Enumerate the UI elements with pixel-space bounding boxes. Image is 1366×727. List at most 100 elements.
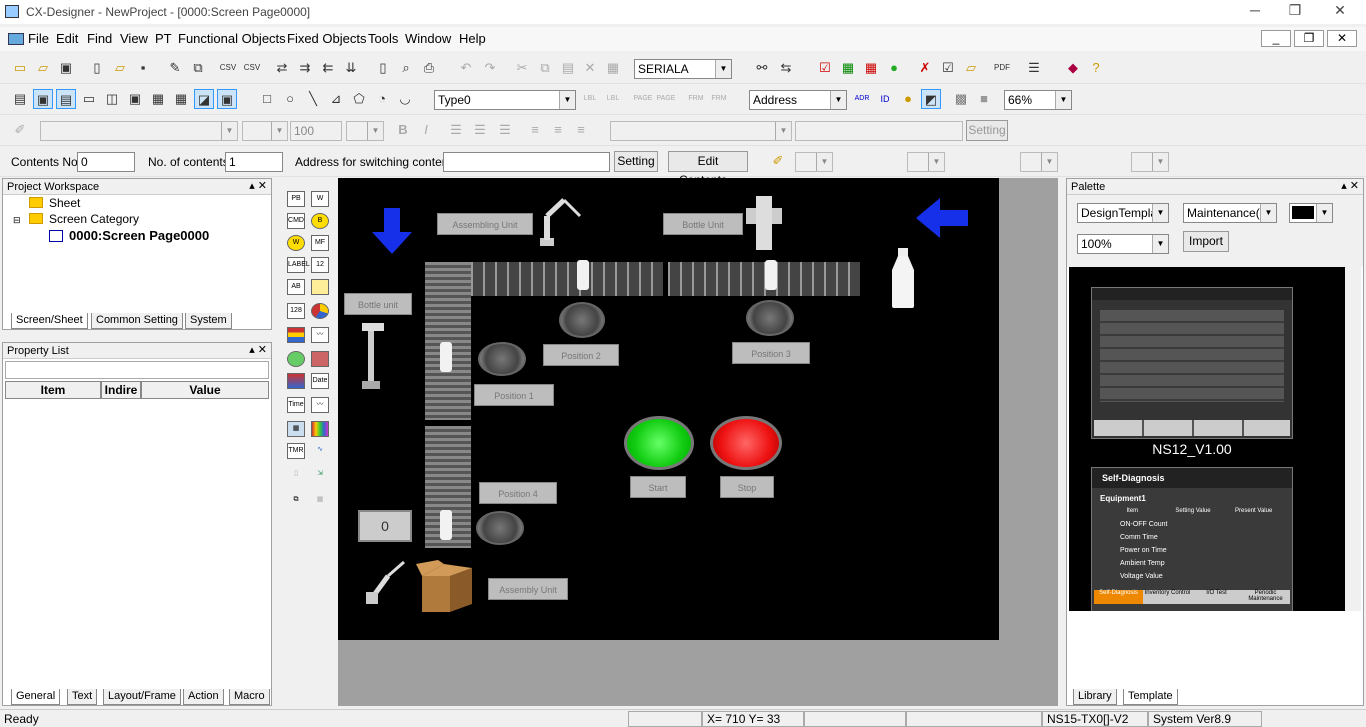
bit-lamp-tool[interactable]: B — [311, 213, 329, 229]
redo-icon[interactable]: ↷ — [480, 58, 500, 78]
undo-icon[interactable]: ↶ — [456, 58, 476, 78]
tab-template[interactable]: Template — [1123, 689, 1178, 705]
sector-icon[interactable]: ◔ — [372, 89, 392, 109]
menu-pt[interactable]: PT — [155, 31, 172, 46]
bold-icon[interactable]: B — [393, 120, 413, 140]
format-setting-button[interactable]: Setting — [966, 120, 1008, 141]
screen-view-icon[interactable]: ▣ — [33, 89, 53, 109]
contents-no-input[interactable]: 0 — [77, 152, 135, 172]
document-tool[interactable]: ▯ — [287, 467, 305, 483]
grid-tool[interactable]: ▦ — [311, 493, 329, 509]
thumbwheel-tool[interactable]: 128 — [287, 303, 305, 319]
palette-zoom-select[interactable]: 100% ▼ — [1077, 234, 1169, 254]
valign-bottom-icon[interactable]: ≡ — [571, 120, 591, 140]
word-lamp-tool[interactable]: W — [287, 235, 305, 251]
doc-icon[interactable] — [8, 33, 24, 45]
tree-expand-icon[interactable]: ⊟ — [13, 215, 21, 226]
check-icon[interactable]: ☑ — [815, 58, 835, 78]
stop-button[interactable] — [710, 416, 782, 470]
download-icon[interactable]: ⇊ — [341, 58, 361, 78]
frame-prev-icon[interactable]: FRM — [686, 89, 706, 109]
frame-view-icon[interactable]: ▣ — [217, 89, 237, 109]
valign-middle-icon[interactable]: ≡ — [548, 120, 568, 140]
object-selector[interactable] — [5, 361, 269, 379]
tree-sheet[interactable]: Sheet — [49, 196, 80, 210]
tab-system[interactable]: System — [185, 313, 232, 329]
gray-icon[interactable]: ▩ — [951, 89, 971, 109]
tree-screen-page[interactable]: 0000:Screen Page0000 — [69, 228, 209, 243]
palette-color-select[interactable]: ▼ — [1289, 203, 1333, 223]
port-select[interactable]: SERIALA ▼ — [634, 59, 732, 79]
menu-fixed-objects[interactable]: Fixed Objects — [287, 31, 366, 46]
rectangle-icon[interactable]: □ — [257, 89, 277, 109]
wave-tool[interactable]: ∿ — [311, 443, 329, 459]
csv-export-icon[interactable]: CSV — [242, 58, 262, 78]
address-select[interactable]: Address ▼ — [749, 90, 847, 110]
checklist-icon[interactable]: ☑ — [938, 58, 958, 78]
lamp-icon[interactable]: ● — [898, 89, 918, 109]
tab-text[interactable]: Text — [67, 689, 98, 705]
data-log-tool[interactable]: 〰 — [311, 397, 329, 413]
analog-meter-tool[interactable] — [311, 303, 329, 319]
italic-icon[interactable]: I — [416, 120, 436, 140]
open-folder-icon[interactable]: ▱ — [33, 58, 53, 78]
pin-close-icon[interactable]: ▴ ✕ — [249, 343, 267, 356]
new-icon[interactable]: ▯ — [87, 58, 107, 78]
copy-disabled-icon[interactable]: ⧉ — [535, 58, 555, 78]
address-icon[interactable]: ADR — [852, 89, 872, 109]
pushbutton-tool[interactable]: PB — [287, 191, 305, 207]
broken-line-tool[interactable]: 〰 — [311, 327, 329, 343]
color-select-4[interactable]: ▼ — [1131, 152, 1169, 172]
copy-icon[interactable]: ⧉ — [188, 58, 208, 78]
test-icon[interactable]: ▦ — [861, 58, 881, 78]
edit-contents-button[interactable]: Edit Contents... — [668, 151, 748, 187]
page-prev-icon[interactable]: PAGE — [633, 89, 653, 109]
format-select[interactable]: ▼ — [610, 121, 792, 141]
align-left-icon[interactable]: ☰ — [446, 120, 466, 140]
tab-layout-frame[interactable]: Layout/Frame — [103, 689, 181, 705]
list-icon[interactable]: ☰ — [1024, 58, 1044, 78]
transfer-icon[interactable]: ⇄ — [272, 58, 292, 78]
tab-library[interactable]: Library — [1073, 689, 1117, 705]
block-icon[interactable]: ■ — [974, 89, 994, 109]
pdf-icon[interactable]: PDF — [992, 58, 1012, 78]
bitmap-tool[interactable] — [311, 351, 329, 367]
menu-file[interactable]: File — [28, 31, 49, 46]
num-contents-input[interactable]: 1 — [225, 152, 283, 172]
time-tool[interactable]: Time — [287, 397, 305, 413]
group-tool[interactable]: ⧉ — [287, 493, 305, 509]
date-tool[interactable]: Date — [311, 373, 329, 389]
transfer-to-pt-icon[interactable]: ⇉ — [295, 58, 315, 78]
list-selection-tool[interactable] — [311, 279, 329, 295]
restore-button[interactable]: ❐ — [1280, 2, 1310, 22]
tab-general[interactable]: General — [11, 689, 61, 705]
palette-category-select[interactable]: DesignTemplat ▼ — [1077, 203, 1169, 223]
minimize-button[interactable]: ─ — [1240, 2, 1270, 22]
polygon-icon[interactable]: ⬠ — [349, 89, 369, 109]
format-input[interactable] — [795, 121, 963, 141]
address-switch-input[interactable] — [443, 152, 610, 172]
id-icon[interactable]: ID — [875, 89, 895, 109]
size-select[interactable]: ▼ — [346, 121, 384, 141]
label-tool[interactable]: LABEL — [287, 257, 310, 273]
property-icon[interactable]: ◩ — [921, 89, 941, 109]
arc-icon[interactable]: ◡ — [395, 89, 415, 109]
frame-next-icon[interactable]: FRM — [709, 89, 729, 109]
tree-screen-category[interactable]: Screen Category — [49, 212, 139, 226]
video-tool[interactable] — [287, 351, 305, 367]
template-ns12[interactable] — [1091, 287, 1293, 439]
snap-icon[interactable]: ◪ — [194, 89, 214, 109]
pin-close-icon[interactable]: ▴ ✕ — [249, 179, 267, 192]
folder-check-icon[interactable]: ▱ — [961, 58, 981, 78]
align-right-icon[interactable]: ☰ — [495, 120, 515, 140]
paste-icon[interactable]: ▤ — [558, 58, 578, 78]
duplicate-icon[interactable]: ▦ — [603, 58, 623, 78]
table-icon[interactable]: ▦ — [148, 89, 168, 109]
menu-tools[interactable]: Tools — [368, 31, 398, 46]
save-all-icon[interactable]: ▣ — [56, 58, 76, 78]
object-view-icon[interactable]: ▤ — [56, 89, 76, 109]
image-icon[interactable]: ▣ — [125, 89, 145, 109]
contents-setting-button[interactable]: Setting — [614, 151, 658, 172]
mdi-close-button[interactable]: ✕ — [1327, 30, 1357, 47]
brush-icon[interactable]: ✐ — [10, 120, 30, 140]
